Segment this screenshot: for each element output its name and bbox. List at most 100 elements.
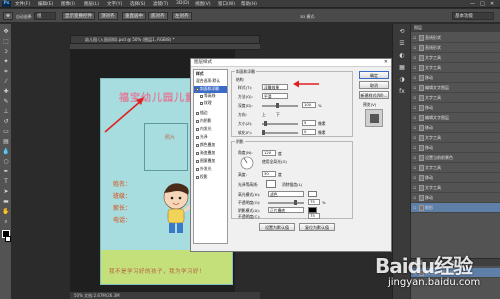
make-default-button[interactable]: 设置为默认值 bbox=[259, 223, 295, 231]
eyedropper-icon[interactable]: ⁄ bbox=[2, 78, 10, 86]
history-panel-icon[interactable]: ⟲ bbox=[398, 28, 406, 36]
clone-stamp-icon[interactable]: ⊥ bbox=[2, 108, 10, 116]
size-input[interactable]: 5 bbox=[302, 120, 316, 126]
align-top-button[interactable]: 顶对齐 bbox=[98, 12, 118, 20]
shadow-mode-select[interactable]: 正片叠底 bbox=[268, 207, 304, 213]
style-item-stroke[interactable]: 描边 bbox=[194, 110, 227, 117]
swatches-panel-icon[interactable]: ▦ bbox=[398, 64, 406, 72]
align-bottom-button[interactable]: 底对齐 bbox=[148, 12, 168, 20]
checkbox-icon[interactable] bbox=[196, 127, 199, 131]
depth-input[interactable]: 100 bbox=[302, 102, 316, 108]
history-row[interactable]: ▫ 移动 bbox=[411, 103, 500, 113]
style-item-texture[interactable]: 纹理 bbox=[194, 100, 227, 107]
bevel-style-select[interactable]: 浮雕效果 bbox=[262, 84, 288, 90]
depth-slider[interactable] bbox=[262, 103, 298, 108]
dodge-icon[interactable]: ○ bbox=[2, 158, 10, 166]
direction-up-radio[interactable]: 上 bbox=[262, 112, 266, 118]
blend-options-item[interactable]: 混合选项:默认 bbox=[194, 78, 227, 85]
color-panel-icon[interactable]: ◐ bbox=[398, 52, 406, 60]
checkbox-icon[interactable] bbox=[196, 143, 199, 147]
align-left-button[interactable]: 左对齐 bbox=[172, 12, 192, 20]
menu-filter[interactable]: 滤镜(T) bbox=[153, 1, 168, 7]
menu-window[interactable]: 窗口(W) bbox=[218, 1, 235, 7]
highlight-color-swatch[interactable] bbox=[308, 191, 317, 197]
gradient-icon[interactable]: ▤ bbox=[2, 138, 10, 146]
properties-panel-icon[interactable]: ☰ bbox=[398, 40, 406, 48]
type-icon[interactable]: T bbox=[2, 178, 10, 186]
direction-down-radio[interactable]: 下 bbox=[276, 112, 280, 118]
shadow-opacity-input[interactable]: 75 bbox=[308, 213, 320, 219]
menu-help[interactable]: 帮助(H) bbox=[241, 1, 257, 7]
history-row[interactable]: ▫ 直线形状 bbox=[411, 33, 500, 43]
history-row[interactable]: ▫ 移动 bbox=[411, 173, 500, 183]
path-select-icon[interactable]: ➤ bbox=[2, 188, 10, 196]
eraser-icon[interactable]: ▭ bbox=[2, 128, 10, 136]
style-item-satin[interactable]: 光泽 bbox=[194, 134, 227, 141]
healing-brush-icon[interactable]: ✚ bbox=[2, 88, 10, 96]
move-tool-icon[interactable]: ✥ bbox=[3, 12, 13, 20]
minimize-icon[interactable]: — bbox=[470, 1, 475, 7]
highlight-opacity-slider[interactable] bbox=[268, 200, 304, 205]
checkbox-icon[interactable] bbox=[200, 94, 203, 98]
panel-header[interactable]: 图层 bbox=[411, 24, 500, 32]
style-item-outer-glow[interactable]: 外发光 bbox=[194, 166, 227, 173]
history-row-active[interactable]: ▫ 矩形 bbox=[411, 203, 500, 213]
checkbox-icon[interactable] bbox=[196, 119, 199, 123]
soften-slider[interactable] bbox=[262, 130, 298, 135]
gloss-contour-picker[interactable] bbox=[266, 180, 276, 188]
menu-edit[interactable]: 编辑(E) bbox=[38, 1, 53, 7]
history-row[interactable]: ▫ 文字工具 bbox=[411, 163, 500, 173]
menu-select[interactable]: 选择(S) bbox=[130, 1, 145, 7]
history-row[interactable]: ▫ 移动 bbox=[411, 123, 500, 133]
menu-view[interactable]: 视图(V) bbox=[195, 1, 211, 7]
history-row[interactable]: ▫ 移动 bbox=[411, 143, 500, 153]
brush-icon[interactable]: ✎ bbox=[2, 98, 10, 106]
history-row[interactable]: ▫ 直线形状 bbox=[411, 43, 500, 53]
lasso-icon[interactable]: ↄ bbox=[2, 48, 10, 56]
style-item-drop-shadow[interactable]: 投影 bbox=[194, 174, 227, 181]
history-row[interactable]: ▫ 文字工具 bbox=[411, 53, 500, 63]
maximize-icon[interactable]: □ bbox=[480, 1, 485, 7]
highlight-opacity-input[interactable]: 75 bbox=[308, 199, 320, 205]
angle-dial-icon[interactable] bbox=[240, 156, 254, 170]
altitude-input[interactable]: 30 bbox=[262, 171, 276, 177]
shape-icon[interactable]: ▬ bbox=[2, 198, 10, 206]
pen-icon[interactable]: ✒ bbox=[2, 168, 10, 176]
style-item-pattern-overlay[interactable]: 图案叠加 bbox=[194, 158, 227, 165]
checkbox-icon[interactable] bbox=[196, 167, 199, 171]
checkbox-icon[interactable] bbox=[200, 101, 203, 105]
marquee-icon[interactable]: ⬚ bbox=[2, 38, 10, 46]
technique-select[interactable]: 平滑 bbox=[262, 93, 288, 99]
checkbox-icon[interactable] bbox=[196, 159, 199, 163]
history-row[interactable]: ▫ 文字工具 bbox=[411, 133, 500, 143]
style-item-bevel[interactable]: 斜面和浮雕 bbox=[194, 86, 227, 93]
move-icon[interactable]: ✥ bbox=[2, 28, 10, 36]
checkbox-icon[interactable] bbox=[196, 151, 199, 155]
menu-file[interactable]: 文件(F) bbox=[15, 1, 30, 7]
checkbox-icon[interactable] bbox=[196, 111, 199, 115]
styles-header[interactable]: 样式 bbox=[194, 71, 227, 78]
styles-panel-icon[interactable]: fx bbox=[398, 88, 406, 96]
history-row[interactable]: ▫ 移动 bbox=[411, 193, 500, 203]
style-item-gradient-overlay[interactable]: 渐变叠加 bbox=[194, 150, 227, 157]
style-item-contour[interactable]: 等高线 bbox=[194, 93, 227, 100]
dialog-close-icon[interactable]: ✕ bbox=[384, 59, 388, 65]
menu-type[interactable]: 文字(Y) bbox=[107, 1, 122, 7]
history-row[interactable]: ▫ 编辑文字图层 bbox=[411, 83, 500, 93]
magic-wand-icon[interactable]: ✦ bbox=[2, 58, 10, 66]
history-row[interactable]: ▫ 编辑文字图层 bbox=[411, 113, 500, 123]
checkbox-icon[interactable] bbox=[196, 175, 199, 179]
close-icon[interactable]: ✕ bbox=[490, 1, 494, 7]
crop-icon[interactable]: ⌗ bbox=[2, 68, 10, 76]
history-row[interactable]: ▫ 移动 bbox=[411, 73, 500, 83]
history-row[interactable]: ▫ 文字工具 bbox=[411, 183, 500, 193]
checkbox-icon[interactable] bbox=[196, 87, 199, 91]
style-item-inner-shadow[interactable]: 内阴影 bbox=[194, 118, 227, 125]
adjustments-panel-icon[interactable]: ◑ bbox=[398, 76, 406, 84]
history-row[interactable]: ▫ 文字工具 bbox=[411, 93, 500, 103]
size-slider[interactable] bbox=[262, 121, 298, 126]
document-tab[interactable]: 幼儿园 (入园须知).psd @ 50% (图层1, RGB/8) * bbox=[70, 35, 260, 44]
history-brush-icon[interactable]: ↺ bbox=[2, 118, 10, 126]
style-item-inner-glow[interactable]: 内发光 bbox=[194, 126, 227, 133]
ok-button[interactable]: 确定 bbox=[359, 71, 389, 79]
